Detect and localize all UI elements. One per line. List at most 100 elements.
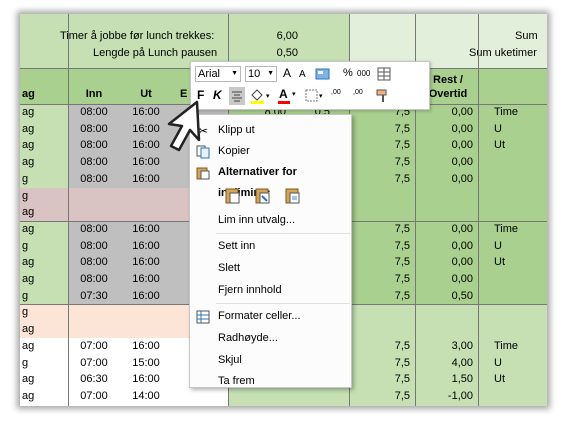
day-cell[interactable]: ag: [22, 206, 52, 219]
day-cell[interactable]: ag: [22, 373, 52, 386]
decrease-decimals-button[interactable]: ,00: [353, 89, 373, 105]
font-size-select[interactable]: 10 ▼: [245, 66, 277, 82]
norm-hours-cell[interactable]: 7,5: [370, 390, 410, 403]
norm-hours-cell[interactable]: 7,5: [370, 290, 410, 303]
inn-cell[interactable]: 06:30: [68, 373, 120, 386]
ut-cell[interactable]: 15:00: [120, 357, 172, 370]
rest-overtid-cell[interactable]: -1,00: [420, 390, 473, 403]
menu-item-row-height[interactable]: Radhøyde...: [190, 328, 351, 349]
grow-font-button[interactable]: A: [283, 66, 295, 82]
ut-cell[interactable]: 16:00: [120, 290, 172, 303]
note-cell[interactable]: Ut: [494, 139, 547, 152]
inn-cell[interactable]: 07:30: [68, 290, 120, 303]
norm-hours-cell[interactable]: 7,5: [370, 123, 410, 136]
font-name-select[interactable]: Arial ▼: [195, 66, 241, 82]
ut-cell[interactable]: 14:00: [120, 390, 172, 403]
rest-overtid-cell[interactable]: 0,00: [420, 139, 473, 152]
fill-color-button[interactable]: ▾: [249, 88, 273, 104]
ut-cell[interactable]: 16:00: [120, 156, 172, 169]
rest-overtid-cell[interactable]: 3,00: [420, 340, 473, 353]
format-painter-button[interactable]: [375, 88, 391, 104]
inn-cell[interactable]: 08:00: [68, 139, 120, 152]
inn-cell[interactable]: 08:00: [68, 173, 120, 186]
inn-cell[interactable]: 08:00: [68, 256, 120, 269]
rest-overtid-cell[interactable]: 4,00: [420, 357, 473, 370]
day-cell[interactable]: g: [22, 306, 52, 319]
ut-cell[interactable]: 16:00: [120, 240, 172, 253]
menu-item-unhide[interactable]: Ta frem: [190, 371, 351, 392]
day-cell[interactable]: ag: [22, 139, 52, 152]
inn-cell[interactable]: 08:00: [68, 273, 120, 286]
menu-item-paste-special[interactable]: Lim inn utvalg...: [190, 210, 351, 231]
ut-cell[interactable]: 16:00: [120, 256, 172, 269]
day-cell[interactable]: g: [22, 190, 52, 203]
rest-overtid-cell[interactable]: 0,00: [420, 223, 473, 236]
ut-cell[interactable]: 16:00: [120, 223, 172, 236]
cell-style-button[interactable]: [315, 67, 331, 81]
day-cell[interactable]: ag: [22, 223, 52, 236]
shrink-font-button[interactable]: A: [299, 68, 311, 84]
increase-decimals-button[interactable]: ,00: [331, 89, 351, 105]
note-cell[interactable]: Ut: [494, 256, 547, 269]
inn-cell[interactable]: 08:00: [68, 240, 120, 253]
menu-item-clear[interactable]: Fjern innhold: [190, 280, 351, 301]
menu-item-cut[interactable]: ✂ Klipp ut: [190, 120, 351, 141]
note-cell[interactable]: Ut: [494, 373, 547, 386]
inn-cell[interactable]: 08:00: [68, 106, 120, 119]
norm-hours-cell[interactable]: 7,5: [370, 357, 410, 370]
norm-hours-cell[interactable]: 7,5: [370, 156, 410, 169]
menu-item-hide[interactable]: Skjul: [190, 350, 351, 371]
norm-hours-cell[interactable]: 7,5: [370, 256, 410, 269]
day-cell[interactable]: g: [22, 290, 52, 303]
note-cell[interactable]: U: [494, 123, 547, 136]
day-cell[interactable]: ag: [22, 256, 52, 269]
day-cell[interactable]: ag: [22, 273, 52, 286]
lunch-value[interactable]: 0,50: [250, 47, 298, 60]
ut-cell[interactable]: 16:00: [120, 340, 172, 353]
norm-hours-cell[interactable]: 7,5: [370, 223, 410, 236]
day-cell[interactable]: ag: [22, 106, 52, 119]
inn-cell[interactable]: 07:00: [68, 340, 120, 353]
rest-overtid-cell[interactable]: 0,00: [420, 156, 473, 169]
align-center-button[interactable]: [229, 87, 245, 105]
inn-cell[interactable]: 08:00: [68, 123, 120, 136]
font-color-button[interactable]: A ▾: [277, 87, 301, 105]
norm-hours-cell[interactable]: 7,5: [370, 173, 410, 186]
note-cell[interactable]: U: [494, 240, 547, 253]
inn-cell[interactable]: 08:00: [68, 223, 120, 236]
note-cell[interactable]: Time: [494, 340, 547, 353]
rest-overtid-cell[interactable]: 0,50: [420, 290, 473, 303]
norm-hours-cell[interactable]: 7,5: [370, 273, 410, 286]
paste-default-icon[interactable]: [224, 187, 242, 208]
norm-hours-cell[interactable]: 7,5: [370, 373, 410, 386]
norm-hours-cell[interactable]: 7,5: [370, 139, 410, 152]
format-table-button[interactable]: [377, 67, 391, 81]
inn-cell[interactable]: 07:00: [68, 390, 120, 403]
ut-cell[interactable]: 16:00: [120, 373, 172, 386]
menu-item-format-cells[interactable]: Formater celler...: [190, 306, 351, 327]
norm-hours-cell[interactable]: 7,5: [370, 340, 410, 353]
paste-formatting-icon[interactable]: [284, 187, 302, 208]
note-cell[interactable]: U: [494, 357, 547, 370]
day-cell[interactable]: ag: [22, 390, 52, 403]
ut-cell[interactable]: 16:00: [120, 173, 172, 186]
rest-overtid-cell[interactable]: 0,00: [420, 123, 473, 136]
day-cell[interactable]: g: [22, 240, 52, 253]
menu-item-copy[interactable]: Kopier: [190, 141, 351, 162]
rest-overtid-cell[interactable]: 0,00: [420, 173, 473, 186]
menu-item-delete[interactable]: Slett: [190, 258, 351, 279]
day-cell[interactable]: g: [22, 357, 52, 370]
rest-overtid-cell[interactable]: 0,00: [420, 256, 473, 269]
rest-overtid-cell[interactable]: 1,50: [420, 373, 473, 386]
menu-item-insert[interactable]: Sett inn: [190, 236, 351, 257]
rest-overtid-cell[interactable]: 0,00: [420, 240, 473, 253]
day-cell[interactable]: ag: [22, 340, 52, 353]
note-cell[interactable]: Time: [494, 223, 547, 236]
note-cell[interactable]: Time: [494, 106, 547, 119]
inn-cell[interactable]: 07:00: [68, 357, 120, 370]
day-cell[interactable]: g: [22, 173, 52, 186]
ut-cell[interactable]: 16:00: [120, 273, 172, 286]
italic-button[interactable]: K: [213, 88, 225, 104]
day-cell[interactable]: ag: [22, 123, 52, 136]
paste-values-icon[interactable]: [254, 187, 272, 208]
